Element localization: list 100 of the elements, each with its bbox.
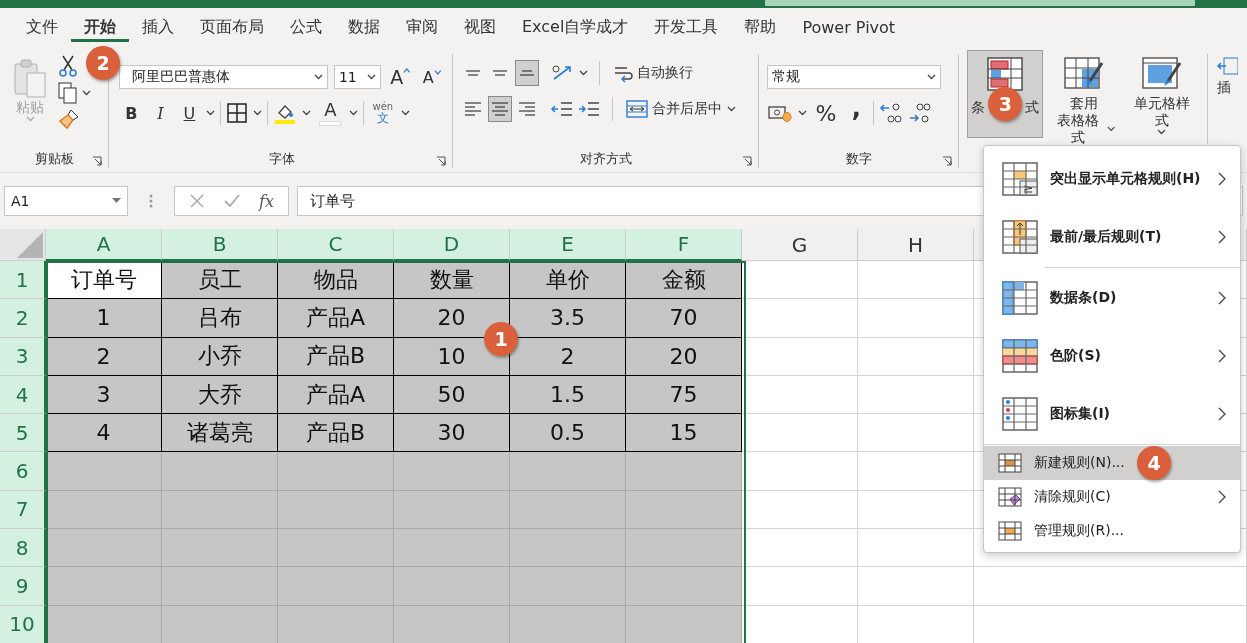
- menu-item[interactable]: 管理规则(R)...: [984, 514, 1240, 548]
- ribbon-tab[interactable]: 审阅: [393, 12, 451, 42]
- caret-icon[interactable]: [82, 90, 91, 96]
- font-color-button[interactable]: A: [316, 98, 345, 128]
- decrease-indent-icon[interactable]: [550, 99, 575, 119]
- column-header[interactable]: E: [510, 229, 626, 261]
- shrink-font-button[interactable]: A: [419, 64, 445, 90]
- caret-icon[interactable]: [349, 110, 359, 116]
- row-header[interactable]: 9: [0, 567, 46, 606]
- number-format-select[interactable]: 常规: [767, 65, 942, 89]
- row-header[interactable]: 7: [0, 490, 46, 530]
- font-name-select[interactable]: 阿里巴巴普惠体: [119, 65, 328, 89]
- insert-function-button[interactable]: fx: [259, 191, 274, 211]
- menu-item[interactable]: 图标集(I): [984, 385, 1240, 443]
- column-header[interactable]: D: [394, 229, 510, 261]
- row-header[interactable]: 4: [0, 375, 46, 415]
- row-header[interactable]: 3: [0, 337, 46, 376]
- center-align-button[interactable]: [488, 96, 513, 122]
- ribbon-tab[interactable]: 插入: [129, 12, 187, 42]
- caret-icon[interactable]: [727, 106, 737, 112]
- menu-item[interactable]: 清除规则(C): [984, 480, 1240, 514]
- table-cell: 1: [46, 299, 162, 338]
- row-header[interactable]: 2: [0, 299, 46, 338]
- table-cell: 诸葛亮: [162, 414, 278, 453]
- dialog-launcher-icon[interactable]: [92, 156, 103, 166]
- caret-icon[interactable]: [367, 74, 377, 80]
- caret-icon[interactable]: [302, 110, 312, 116]
- dialog-launcher-icon[interactable]: [942, 156, 953, 166]
- table-cell: 3: [46, 375, 162, 415]
- name-box[interactable]: A1: [4, 186, 128, 216]
- ribbon-tab[interactable]: 页面布局: [187, 12, 277, 42]
- horizontal-align-icon: [519, 102, 536, 116]
- table-cell: 金额: [626, 261, 742, 300]
- up-caret-icon: [403, 68, 411, 73]
- caret-icon[interactable]: [579, 70, 589, 76]
- dialog-launcher-icon[interactable]: [742, 156, 753, 166]
- down-caret-icon: [433, 70, 442, 75]
- italic-button[interactable]: I: [148, 100, 173, 126]
- cell-styles-button[interactable]: 单元格样式: [1123, 50, 1200, 138]
- caret-icon[interactable]: [206, 110, 216, 116]
- check-icon[interactable]: [223, 193, 241, 209]
- copy-icon[interactable]: [58, 82, 78, 104]
- search-field[interactable]: [765, 0, 1195, 6]
- increase-indent-icon[interactable]: [577, 99, 602, 119]
- bottom-align-button[interactable]: [515, 60, 540, 86]
- grow-font-button[interactable]: A: [387, 64, 414, 90]
- ribbon-tab[interactable]: 公式: [277, 12, 335, 42]
- column-header[interactable]: C: [278, 229, 394, 261]
- currency-icon[interactable]: [767, 103, 794, 123]
- caret-icon[interactable]: [313, 74, 323, 80]
- ribbon-tab[interactable]: 视图: [451, 12, 509, 42]
- underline-button[interactable]: U: [177, 100, 202, 126]
- caret-icon[interactable]: [927, 74, 937, 80]
- wrap-text-button[interactable]: 自动换行: [611, 63, 696, 83]
- decrease-decimal-icon[interactable]: [908, 101, 933, 125]
- column-header[interactable]: F: [626, 229, 742, 261]
- row-header[interactable]: 1: [0, 261, 46, 300]
- percent-button[interactable]: %: [812, 100, 840, 126]
- scissors-icon[interactable]: [58, 54, 78, 78]
- column-header[interactable]: H: [858, 229, 974, 261]
- column-header[interactable]: A: [46, 229, 162, 261]
- increase-decimal-icon[interactable]: [879, 101, 904, 125]
- caret-icon[interactable]: [798, 110, 808, 116]
- menu-item[interactable]: 新建规则(N)... 4: [984, 446, 1240, 480]
- vertical-align-icon: [493, 70, 508, 76]
- menu-item[interactable]: 数据条(D): [984, 269, 1240, 327]
- format-painter-icon[interactable]: [58, 108, 80, 130]
- ribbon-tab[interactable]: 文件: [13, 12, 71, 42]
- borders-icon[interactable]: [226, 102, 249, 124]
- row-header[interactable]: 8: [0, 529, 46, 568]
- ribbon-tab[interactable]: 帮助: [731, 12, 790, 42]
- caret-icon[interactable]: [253, 110, 263, 116]
- step-badge: 4: [1137, 446, 1171, 480]
- ribbon-tab[interactable]: Excel自学成才: [509, 12, 642, 42]
- font-size-select[interactable]: 11: [333, 65, 382, 89]
- caret-icon[interactable]: [1106, 125, 1115, 132]
- merge-center-button[interactable]: 合并后居中: [624, 99, 725, 119]
- row-header[interactable]: 10: [0, 605, 46, 643]
- phonetic-button[interactable]: wén 文: [369, 98, 397, 128]
- manage-rules-icon: [998, 521, 1022, 541]
- ribbon-tab[interactable]: 开始: [71, 12, 129, 42]
- caret-icon: [112, 198, 121, 204]
- menu-item[interactable]: 色阶(S): [984, 327, 1240, 385]
- insert-button[interactable]: 插: [1216, 50, 1239, 99]
- caret-icon[interactable]: [1157, 128, 1167, 135]
- ribbon-tab[interactable]: Power Pivot: [789, 13, 909, 41]
- column-header[interactable]: B: [162, 229, 278, 261]
- column-header[interactable]: G: [742, 229, 858, 261]
- row-header[interactable]: 5: [0, 414, 46, 453]
- more-icon: [148, 192, 154, 210]
- group-label: 字体: [119, 150, 445, 168]
- row-header[interactable]: 6: [0, 452, 46, 491]
- ribbon-tab[interactable]: 数据: [335, 12, 393, 42]
- top-bottom-rules-icon: [1002, 220, 1038, 254]
- caret-icon[interactable]: [401, 110, 411, 116]
- bold-button[interactable]: B: [119, 100, 144, 126]
- comma-button[interactable]: ,: [844, 100, 869, 126]
- ribbon-tab[interactable]: 开发工具: [641, 12, 732, 42]
- dialog-launcher-icon[interactable]: [436, 156, 447, 166]
- group-label: 数字: [767, 150, 951, 168]
